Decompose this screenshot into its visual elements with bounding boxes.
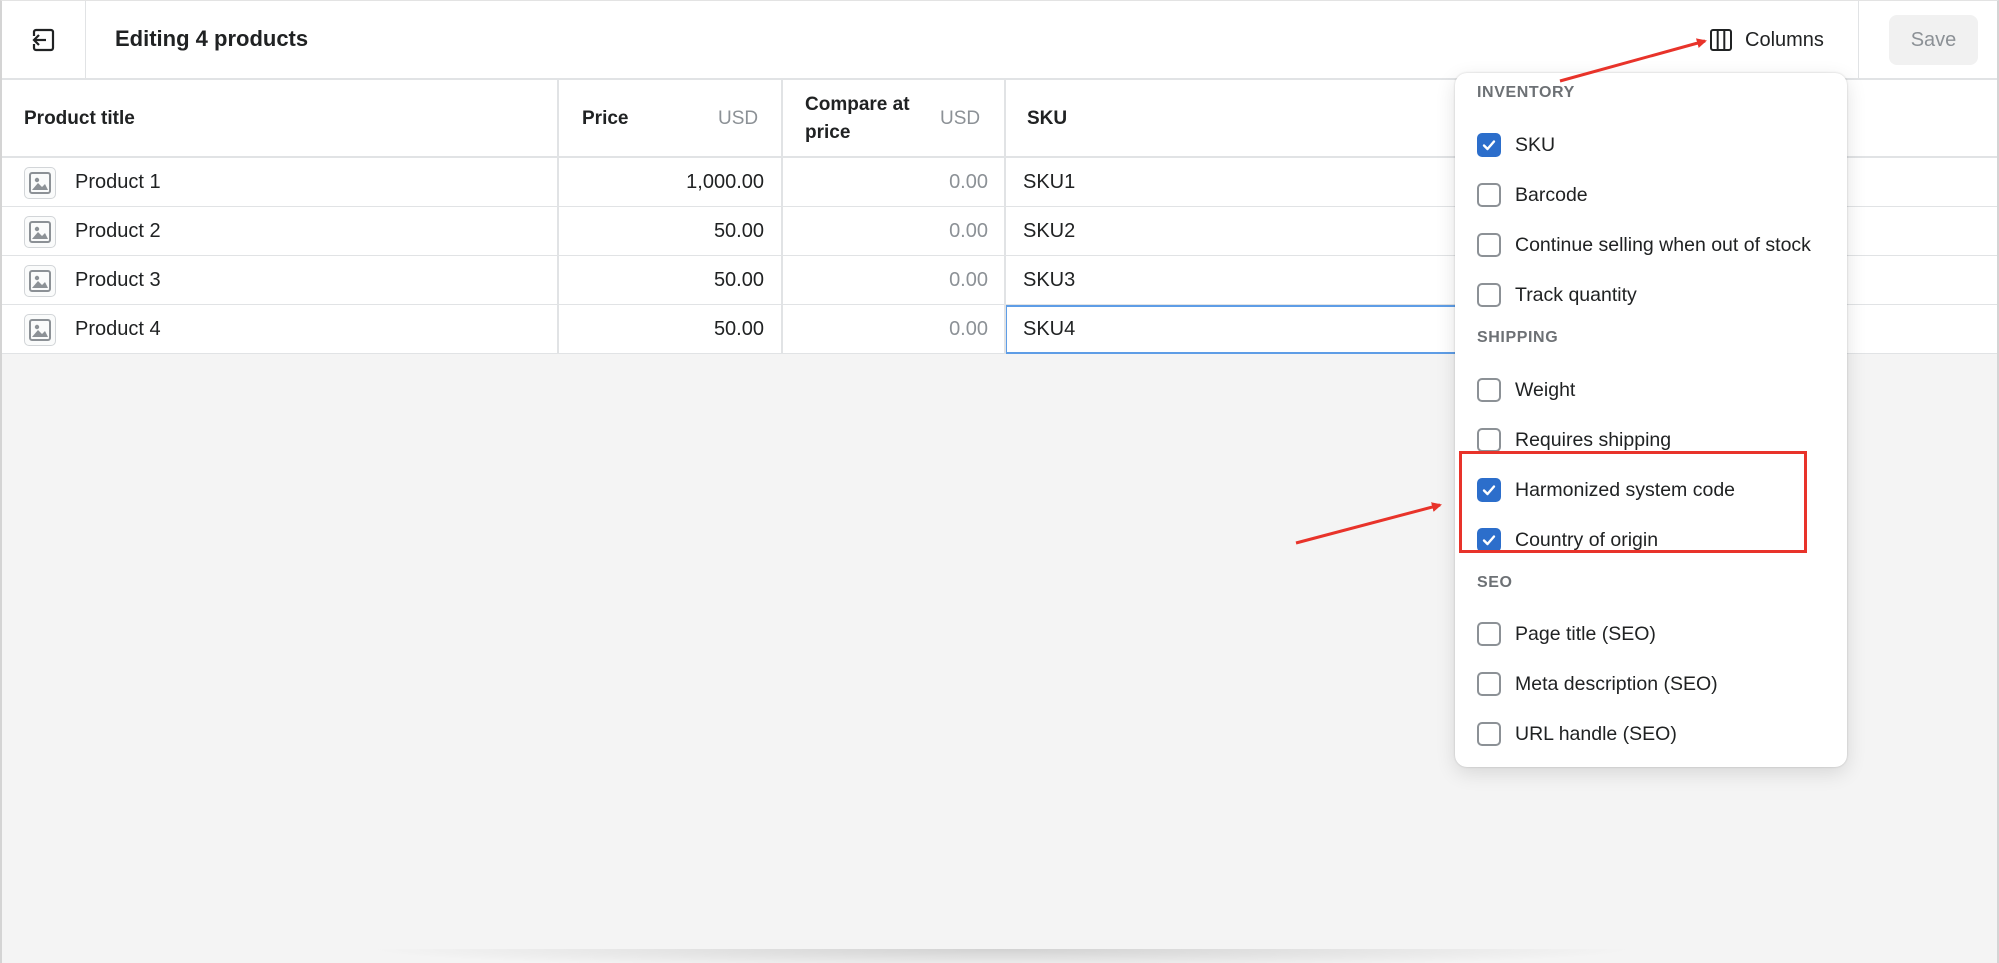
column-option-label: SKU bbox=[1515, 133, 1556, 156]
checkbox-checked[interactable] bbox=[1477, 133, 1501, 157]
price-unit: USD bbox=[718, 108, 759, 129]
columns-icon bbox=[1710, 29, 1732, 51]
product-title-cell[interactable]: Product 2 bbox=[75, 207, 161, 255]
column-divider bbox=[1004, 80, 1006, 354]
checkbox-unchecked[interactable] bbox=[1477, 428, 1501, 452]
compare-header-line2: price bbox=[805, 122, 851, 143]
column-option[interactable]: Weight bbox=[1477, 375, 1575, 405]
annotation-highlight-box bbox=[1459, 451, 1807, 553]
column-option[interactable]: Barcode bbox=[1477, 180, 1588, 210]
sku-cell[interactable]: SKU2 bbox=[1023, 207, 1075, 255]
column-option-label: Meta description (SEO) bbox=[1515, 672, 1718, 695]
column-option-label: URL handle (SEO) bbox=[1515, 722, 1677, 745]
sku-cell[interactable]: SKU3 bbox=[1023, 256, 1075, 304]
checkbox-unchecked[interactable] bbox=[1477, 183, 1501, 207]
image-placeholder-icon[interactable] bbox=[24, 265, 56, 297]
image-placeholder-icon[interactable] bbox=[24, 314, 56, 346]
checkbox-unchecked[interactable] bbox=[1477, 672, 1501, 696]
menu-section-label: INVENTORY bbox=[1477, 84, 1575, 101]
column-option-label: Requires shipping bbox=[1515, 428, 1672, 451]
sku-cell[interactable]: SKU1 bbox=[1023, 158, 1075, 206]
column-option-label: Continue selling when out of stock bbox=[1515, 233, 1811, 256]
columns-menu: INVENTORY SKU Barcode Continue selling w… bbox=[1455, 73, 1847, 767]
column-header-price[interactable]: Price USD bbox=[582, 80, 762, 158]
column-option[interactable]: URL handle (SEO) bbox=[1477, 719, 1677, 749]
checkbox-unchecked[interactable] bbox=[1477, 622, 1501, 646]
column-header-sku[interactable]: SKU bbox=[1027, 80, 1067, 158]
exit-icon bbox=[30, 28, 54, 51]
column-option[interactable]: Page title (SEO) bbox=[1477, 619, 1656, 649]
column-header-compare-price[interactable]: Compare at price USD bbox=[805, 80, 985, 158]
column-option[interactable]: Continue selling when out of stock bbox=[1477, 230, 1811, 260]
column-option-label: Weight bbox=[1515, 378, 1576, 401]
price-cell[interactable]: 50.00 bbox=[559, 256, 764, 304]
column-option-label: Barcode bbox=[1515, 183, 1588, 206]
image-placeholder-icon[interactable] bbox=[24, 216, 56, 248]
exit-button[interactable] bbox=[2, 1, 86, 78]
checkbox-unchecked[interactable] bbox=[1477, 283, 1501, 307]
column-divider bbox=[557, 80, 559, 354]
checkbox-unchecked[interactable] bbox=[1477, 722, 1501, 746]
price-cell[interactable]: 50.00 bbox=[559, 207, 764, 255]
columns-label: Columns bbox=[1745, 28, 1824, 51]
product-title-cell[interactable]: Product 1 bbox=[75, 158, 161, 206]
column-option[interactable]: Track quantity bbox=[1477, 280, 1637, 310]
product-title-cell[interactable]: Product 3 bbox=[75, 256, 161, 304]
column-header-title[interactable]: Product title bbox=[24, 80, 135, 158]
top-bar: Editing 4 products Columns Save bbox=[2, 1, 1997, 80]
column-divider bbox=[781, 80, 783, 354]
column-option[interactable]: SKU bbox=[1477, 130, 1555, 160]
image-placeholder-icon[interactable] bbox=[24, 167, 56, 199]
price-header-label: Price bbox=[582, 108, 629, 129]
divider bbox=[1858, 1, 1859, 78]
checkbox-unchecked[interactable] bbox=[1477, 378, 1501, 402]
compare-price-cell[interactable]: 0.00 bbox=[783, 158, 988, 206]
price-cell[interactable]: 50.00 bbox=[559, 305, 764, 353]
product-title-cell[interactable]: Product 4 bbox=[75, 305, 161, 353]
selected-cell-outline bbox=[1005, 305, 1475, 354]
annotation-arrow-shipping bbox=[1295, 502, 1442, 545]
page-title: Editing 4 products bbox=[115, 26, 309, 51]
shadow-decoration bbox=[362, 949, 1642, 963]
compare-price-cell[interactable]: 0.00 bbox=[783, 207, 988, 255]
price-cell[interactable]: 1,000.00 bbox=[559, 158, 764, 206]
column-option-label: Page title (SEO) bbox=[1515, 622, 1656, 645]
save-button[interactable]: Save bbox=[1889, 15, 1978, 65]
menu-section-label: SEO bbox=[1477, 574, 1513, 591]
column-option[interactable]: Meta description (SEO) bbox=[1477, 669, 1718, 699]
checkbox-unchecked[interactable] bbox=[1477, 233, 1501, 257]
compare-price-cell[interactable]: 0.00 bbox=[783, 305, 988, 353]
compare-header-line1: Compare at bbox=[805, 94, 910, 115]
menu-section-label: SHIPPING bbox=[1477, 329, 1559, 346]
column-option-label: Track quantity bbox=[1515, 283, 1637, 306]
compare-unit: USD bbox=[940, 108, 981, 129]
columns-button[interactable]: Columns bbox=[1709, 23, 1824, 57]
app-window: Editing 4 products Columns Save Product … bbox=[0, 0, 1999, 963]
compare-price-cell[interactable]: 0.00 bbox=[783, 256, 988, 304]
